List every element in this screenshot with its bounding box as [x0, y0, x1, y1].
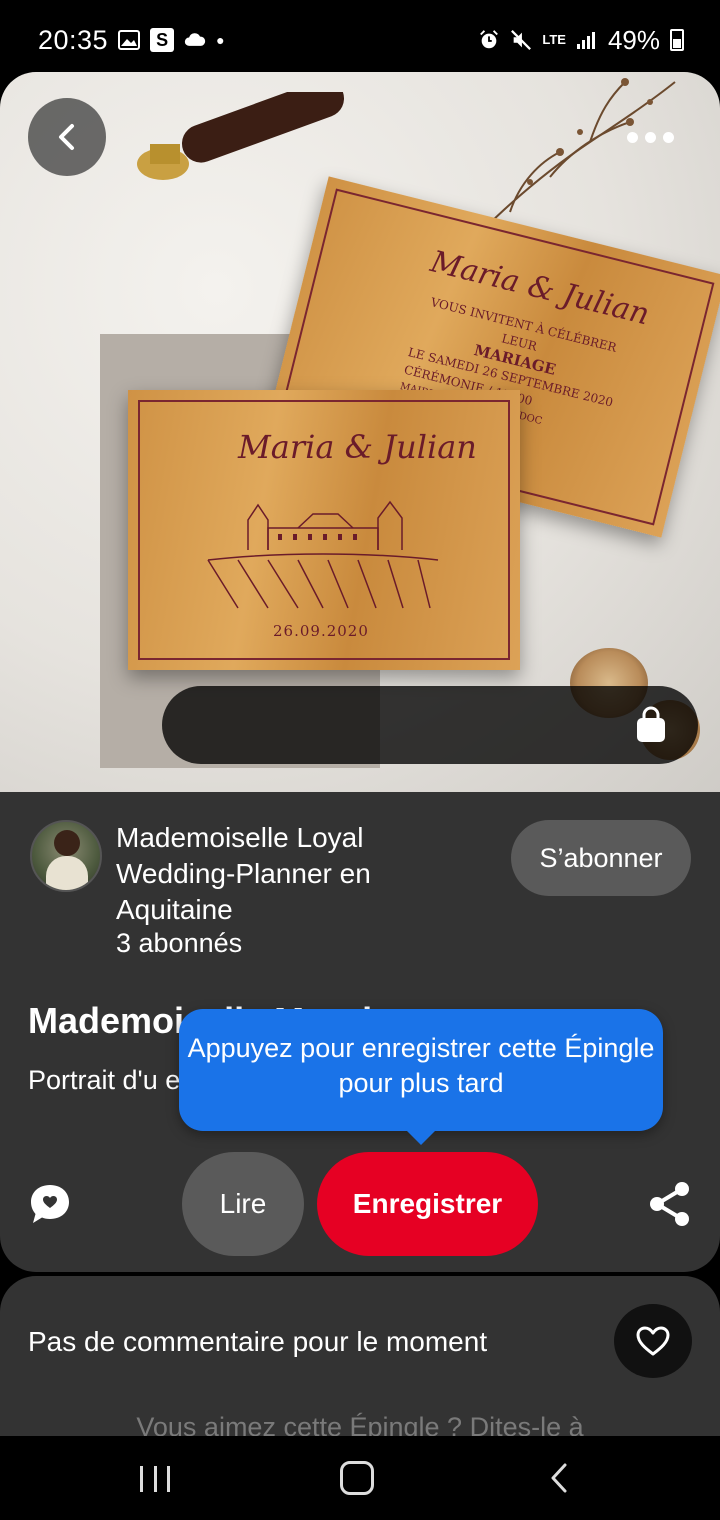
more-dot-icon: [644, 131, 656, 143]
chateau-illustration: [207, 500, 439, 609]
comments-title: Pas de commentaire pour le moment: [28, 1326, 488, 1357]
signal-icon: [576, 29, 598, 51]
read-button[interactable]: Lire: [182, 1152, 304, 1256]
s-app-icon: S: [150, 28, 175, 52]
share-icon[interactable]: [648, 1180, 692, 1228]
dot-icon: ●: [216, 32, 225, 48]
creator-name[interactable]: Mademoiselle Loyal Wedding-Planner en Aq…: [116, 820, 446, 928]
save-tooltip[interactable]: Appuyez pour enregistrer cette Épingle p…: [179, 1009, 663, 1145]
cloud-icon: [184, 29, 206, 51]
chevron-left-icon: [59, 124, 74, 150]
front-card-names: Maria & Julian: [238, 428, 477, 466]
follow-button[interactable]: S’abonner: [511, 820, 691, 896]
pin-details-panel: Mademoiselle Loyal Wedding-Planner en Aq…: [0, 792, 720, 1272]
shop-bar[interactable]: [162, 686, 698, 764]
like-button[interactable]: [614, 1304, 692, 1378]
battery-icon: [670, 29, 684, 51]
comment-icon[interactable]: [28, 1182, 72, 1226]
invitation-card-front: Maria & Julian 26.09.2020: [128, 390, 520, 670]
comments-prompt: Vous aimez cette Épingle ? Dites-le à: [136, 1412, 584, 1436]
more-options-button[interactable]: [610, 98, 690, 176]
nav-back-button[interactable]: [545, 1461, 575, 1495]
mute-icon: [510, 29, 532, 51]
wax-seal-stamp: [137, 92, 345, 180]
front-card-date: 26.09.2020: [273, 622, 369, 640]
battery-percent: 49%: [607, 24, 660, 55]
heart-icon: [636, 1326, 670, 1356]
follower-count: 3 abonnés: [116, 928, 243, 958]
status-bar: 20:35 S ● LTE 49%: [0, 0, 720, 80]
comments-panel: Pas de commentaire pour le moment Vous a…: [0, 1276, 720, 1436]
avatar[interactable]: [30, 820, 102, 892]
more-dot-icon: [626, 131, 638, 143]
alarm-icon: [478, 29, 500, 51]
back-button[interactable]: [28, 98, 106, 176]
lte-icon: LTE: [542, 32, 566, 47]
recents-button[interactable]: [140, 1466, 170, 1492]
more-dot-icon: [662, 131, 674, 143]
status-time: 20:35: [38, 24, 109, 55]
shopping-bag-icon: [637, 706, 665, 742]
gallery-icon: [118, 29, 141, 51]
save-button[interactable]: Enregistrer: [317, 1152, 538, 1256]
home-button[interactable]: [340, 1461, 374, 1495]
system-nav-bar: [0, 1436, 720, 1520]
pin-image[interactable]: Maria & Julian VOUS INVITENT À CÉLÉBRER …: [0, 72, 720, 792]
